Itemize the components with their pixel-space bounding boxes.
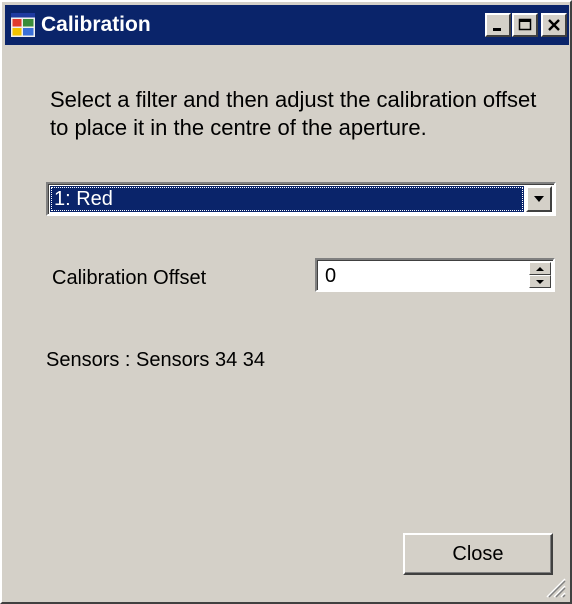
calibration-offset-stepper[interactable]: 0 (315, 258, 555, 292)
close-icon (548, 19, 560, 31)
filter-dropdown-button[interactable] (526, 186, 552, 212)
filter-select-value[interactable]: 1: Red (50, 186, 524, 212)
chevron-down-icon (534, 196, 544, 202)
spin-up-button[interactable] (529, 262, 551, 275)
arrow-down-icon (536, 279, 544, 284)
calibration-offset-value[interactable]: 0 (325, 264, 505, 288)
window-title: Calibration (41, 13, 151, 36)
close-button[interactable]: Close (403, 533, 553, 575)
resize-grip-icon[interactable] (544, 576, 566, 598)
maximize-icon (518, 18, 532, 31)
filter-select[interactable]: 1: Red (46, 182, 556, 216)
sensors-status: Sensors : Sensors 34 34 (46, 349, 266, 371)
calibration-offset-label: Calibration Offset (52, 267, 207, 289)
arrow-up-icon (536, 266, 544, 271)
close-window-button[interactable] (541, 13, 567, 37)
minimize-icon (493, 28, 501, 31)
calibration-window: Calibration Select a filter and then adj… (0, 0, 572, 604)
app-window-icon (11, 13, 35, 37)
minimize-button[interactable] (485, 13, 511, 37)
spin-down-button[interactable] (529, 275, 551, 288)
instructions-text: Select a filter and then adjust the cali… (50, 87, 537, 140)
title-bar[interactable]: Calibration (5, 5, 569, 45)
spinner-buttons (529, 262, 551, 288)
maximize-button[interactable] (512, 13, 538, 37)
